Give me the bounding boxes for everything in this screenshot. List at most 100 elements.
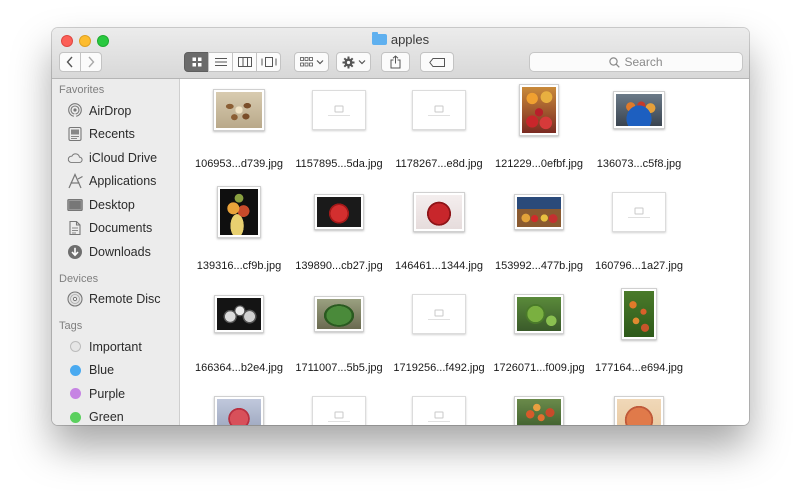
apple-photo	[416, 195, 462, 229]
apple-photo	[517, 197, 561, 227]
sidebar-item-downloads[interactable]: Downloads	[52, 240, 179, 264]
window-title: apples	[52, 32, 749, 47]
image-placeholder-icon	[412, 294, 466, 334]
sidebar-heading-tags: Tags	[59, 320, 83, 332]
image-thumbnail	[514, 294, 564, 334]
sidebar-tag-green[interactable]: Green	[52, 406, 179, 426]
file-name: 1711007...5b5.jpg	[295, 362, 383, 374]
share-button[interactable]	[381, 52, 410, 72]
image-placeholder-icon	[312, 396, 366, 425]
icon-view-button[interactable]	[184, 52, 209, 72]
sidebar-heading-devices: Devices	[59, 272, 99, 285]
sidebar-tag-important[interactable]: Important	[52, 335, 179, 359]
file-thumbnail-wrapper	[389, 79, 489, 141]
tag-dot-icon	[70, 388, 81, 400]
file-thumbnail-wrapper	[589, 385, 689, 425]
file-thumbnail-wrapper	[289, 283, 389, 345]
image-thumbnail	[214, 396, 264, 425]
action-button[interactable]	[336, 52, 371, 72]
recents-icon	[67, 126, 83, 142]
image-thumbnail	[613, 91, 665, 129]
sidebar-item-applications[interactable]: Applications	[52, 170, 179, 194]
sidebar-item-desktop[interactable]: Desktop	[52, 193, 179, 217]
image-thumbnail	[519, 84, 559, 136]
chevron-down-icon	[358, 60, 365, 65]
file-name: 136073...c5f8.jpg	[596, 158, 682, 170]
file-name: 146461...1344.jpg	[394, 260, 484, 272]
file-thumbnail-wrapper	[589, 79, 689, 141]
file-name: 1178267...e8d.jpg	[395, 158, 483, 170]
apple-photo	[217, 298, 261, 330]
icon-view-icon	[192, 57, 201, 67]
list-view-button[interactable]	[208, 52, 233, 72]
sidebar-item-label: iCloud Drive	[89, 150, 158, 165]
sidebar-item-label: Purple	[89, 386, 126, 401]
file-name: 1726071...f009.jpg	[493, 362, 585, 374]
apple-photo	[217, 399, 261, 425]
image-thumbnail	[213, 89, 265, 131]
tag-dot-icon	[70, 364, 81, 376]
sidebar-item-remote-disc[interactable]: Remote Disc	[52, 288, 179, 312]
arrange-button[interactable]	[294, 52, 329, 72]
file-thumbnail-wrapper	[489, 79, 589, 141]
chevron-right-icon	[88, 56, 95, 68]
sidebar-tag-purple[interactable]: Purple	[52, 382, 179, 406]
image-placeholder-icon	[412, 396, 466, 425]
cover-flow-icon	[261, 57, 276, 67]
forward-button[interactable]	[80, 52, 102, 72]
file-thumbnail-wrapper	[289, 181, 389, 243]
column-view-icon	[237, 57, 252, 67]
titlebar: apples Search	[52, 28, 749, 79]
file-thumbnail-wrapper	[289, 79, 389, 141]
airdrop-icon	[67, 102, 83, 119]
file-thumbnail-wrapper	[189, 79, 289, 141]
file-thumbnail-wrapper	[589, 283, 689, 345]
cloud-icon	[67, 150, 83, 166]
file-name: 1719256...f492.jpg	[393, 362, 485, 374]
folder-icon	[371, 32, 387, 45]
sidebar-item-label: Applications	[89, 174, 157, 189]
search-placeholder: Search	[624, 55, 663, 69]
search-field[interactable]: Search	[529, 52, 743, 72]
image-thumbnail	[514, 194, 564, 230]
tag-dot-icon	[70, 341, 81, 353]
file-thumbnail-wrapper	[189, 181, 289, 243]
file-thumbnail-wrapper	[489, 181, 589, 243]
image-thumbnail	[413, 192, 465, 232]
back-button[interactable]	[59, 52, 81, 72]
image-placeholder-icon	[412, 90, 466, 130]
image-thumbnail	[314, 194, 364, 230]
file-name: 153992...477b.jpg	[494, 260, 584, 272]
file-name: 166364...b2e4.jpg	[194, 362, 284, 374]
image-placeholder-icon	[312, 90, 366, 130]
sidebar-item-label: Downloads	[89, 244, 151, 259]
file-thumbnail-wrapper	[189, 385, 289, 425]
tag-button[interactable]	[420, 52, 454, 72]
arrange-icon	[299, 57, 313, 67]
applications-icon	[67, 173, 83, 189]
view-mode-selector	[184, 52, 281, 72]
finder-window: apples Search Favorites AirDrop Recents …	[52, 28, 749, 425]
documents-icon	[67, 220, 83, 236]
apple-photo	[216, 92, 262, 128]
column-view-button[interactable]	[232, 52, 257, 72]
sidebar-heading-favorites: Favorites	[59, 84, 105, 96]
sidebar-item-label: Important	[89, 339, 142, 354]
image-thumbnail	[514, 396, 564, 425]
apple-photo	[617, 399, 661, 425]
file-name: 1157895...5da.jpg	[295, 158, 383, 170]
sidebar-item-icloud-drive[interactable]: iCloud Drive	[52, 146, 179, 170]
sidebar-item-documents[interactable]: Documents	[52, 217, 179, 241]
file-thumbnail-wrapper	[489, 385, 589, 425]
sidebar-item-recents[interactable]: Recents	[52, 123, 179, 147]
chevron-left-icon	[66, 56, 73, 68]
file-thumbnail-wrapper	[489, 283, 589, 345]
sidebar-item-label: AirDrop	[89, 103, 132, 118]
apple-photo	[317, 197, 361, 227]
image-thumbnail	[314, 296, 364, 332]
cover-flow-view-button[interactable]	[256, 52, 281, 72]
apple-photo	[624, 291, 654, 337]
sidebar-tag-blue[interactable]: Blue	[52, 359, 179, 383]
downloads-icon	[67, 244, 83, 260]
sidebar-item-airdrop[interactable]: AirDrop	[52, 99, 179, 123]
